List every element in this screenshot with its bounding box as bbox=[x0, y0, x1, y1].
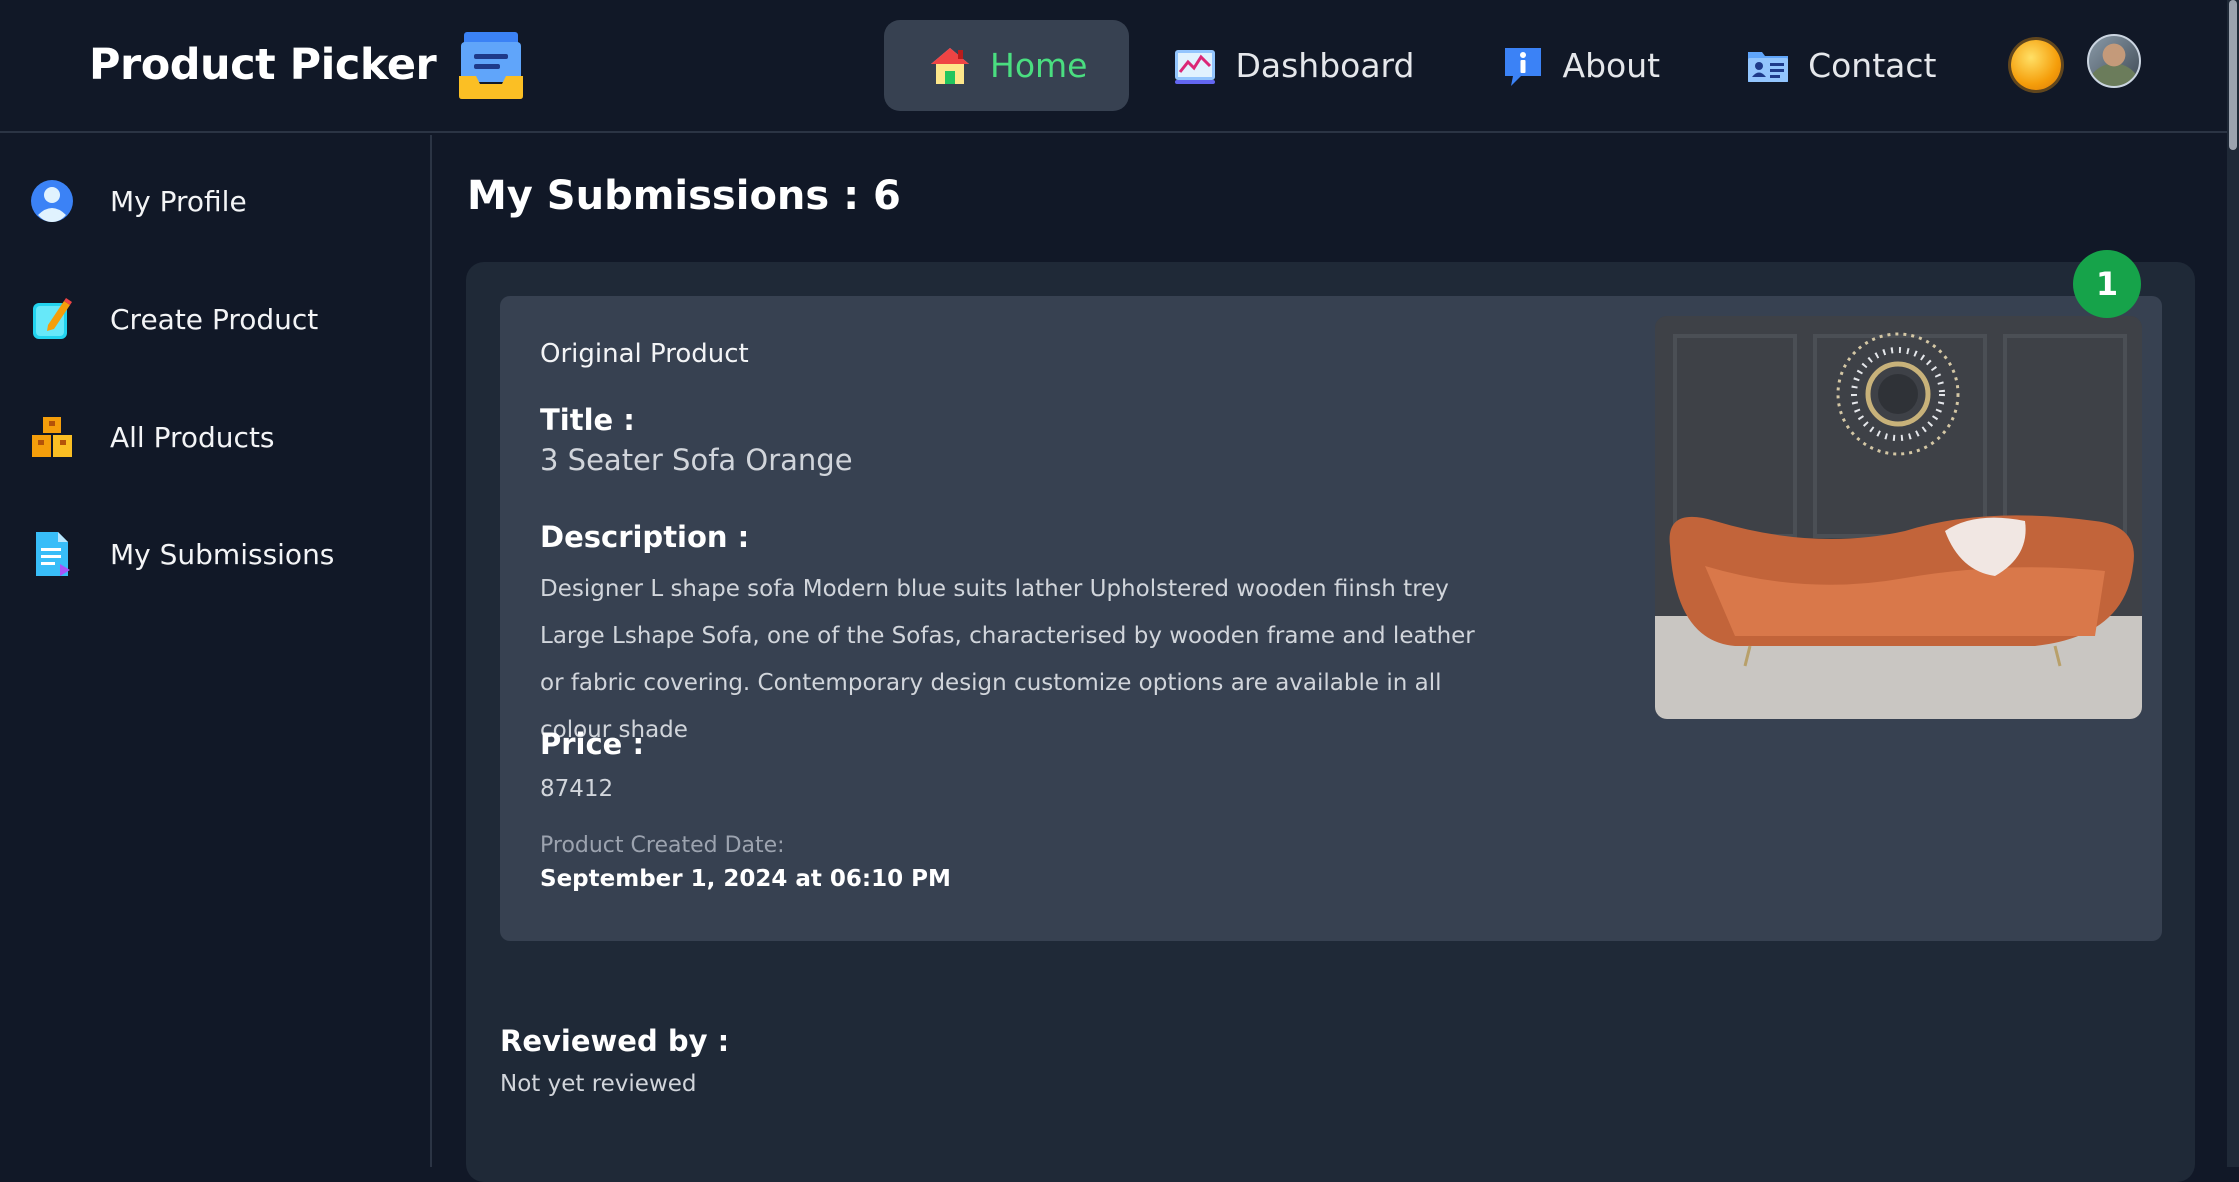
user-icon bbox=[31, 180, 73, 222]
product-image bbox=[1655, 316, 2142, 719]
info-icon bbox=[1504, 47, 1541, 86]
theme-toggle-sun-icon[interactable] bbox=[2011, 40, 2061, 90]
sidebar-item-label: Create Product bbox=[110, 302, 319, 336]
created-date-label: Product Created Date: bbox=[540, 833, 785, 858]
reviewed-by-label: Reviewed by : bbox=[500, 1024, 730, 1058]
nav-contact-label: Contact bbox=[1808, 46, 1937, 85]
main-nav: Home Dashboard About Contact bbox=[884, 20, 1978, 111]
original-product-panel: Original Product Title : 3 Seater Sofa O… bbox=[500, 296, 2162, 941]
page-title: My Submissions : 6 bbox=[467, 173, 901, 219]
document-icon bbox=[36, 532, 70, 576]
nav-contact[interactable]: Contact bbox=[1702, 20, 1978, 111]
brand[interactable]: Product Picker bbox=[89, 30, 524, 100]
nav-home-label: Home bbox=[990, 46, 1088, 85]
edit-icon bbox=[33, 298, 72, 339]
scrollbar-thumb[interactable] bbox=[2229, 0, 2237, 150]
sofa-photo-icon bbox=[1655, 316, 2142, 719]
sidebar-item-my-submissions[interactable]: My Submissions bbox=[30, 524, 334, 584]
submission-number-badge: 1 bbox=[2073, 250, 2141, 318]
created-date: September 1, 2024 at 06:10 PM bbox=[540, 866, 951, 892]
submission-card: Original Product Title : 3 Seater Sofa O… bbox=[466, 250, 2195, 1182]
sidebar-item-all-products[interactable]: All Products bbox=[30, 407, 275, 467]
sidebar-item-label: All Products bbox=[110, 420, 275, 454]
sidebar-item-label: My Profile bbox=[110, 184, 247, 218]
sidebar-item-my-profile[interactable]: My Profile bbox=[30, 171, 247, 231]
sidebar: My Profile Create Product All Products M… bbox=[0, 135, 432, 1167]
price-label: Price : bbox=[540, 727, 645, 761]
chart-icon bbox=[1175, 49, 1216, 84]
house-icon bbox=[931, 47, 969, 84]
product-price: 87412 bbox=[540, 776, 614, 802]
description-label: Description : bbox=[540, 520, 750, 554]
nav-home[interactable]: Home bbox=[884, 20, 1130, 111]
nav-about[interactable]: About bbox=[1457, 20, 1703, 111]
main-content: My Submissions : 6 Original Product Titl… bbox=[434, 135, 2227, 1182]
sidebar-item-create-product[interactable]: Create Product bbox=[30, 289, 318, 349]
title-label: Title : bbox=[540, 403, 635, 437]
avatar[interactable] bbox=[2087, 34, 2141, 88]
product-description: Designer L shape sofa Modern blue suits … bbox=[540, 576, 1475, 743]
nav-dashboard-label: Dashboard bbox=[1235, 46, 1415, 85]
product-title: 3 Seater Sofa Orange bbox=[540, 443, 853, 477]
app-title: Product Picker bbox=[89, 40, 437, 90]
reviewed-by-value: Not yet reviewed bbox=[500, 1071, 697, 1097]
inbox-tray-icon bbox=[459, 32, 524, 99]
nav-dashboard[interactable]: Dashboard bbox=[1129, 20, 1456, 111]
boxes-icon bbox=[32, 417, 72, 457]
contact-card-icon bbox=[1748, 51, 1789, 82]
sidebar-item-label: My Submissions bbox=[110, 537, 335, 571]
section-label: Original Product bbox=[540, 339, 749, 369]
top-navbar: Product Picker Home Dashboard About Cont… bbox=[0, 0, 2239, 133]
nav-about-label: About bbox=[1562, 46, 1661, 85]
page-scrollbar[interactable] bbox=[2227, 0, 2239, 1167]
